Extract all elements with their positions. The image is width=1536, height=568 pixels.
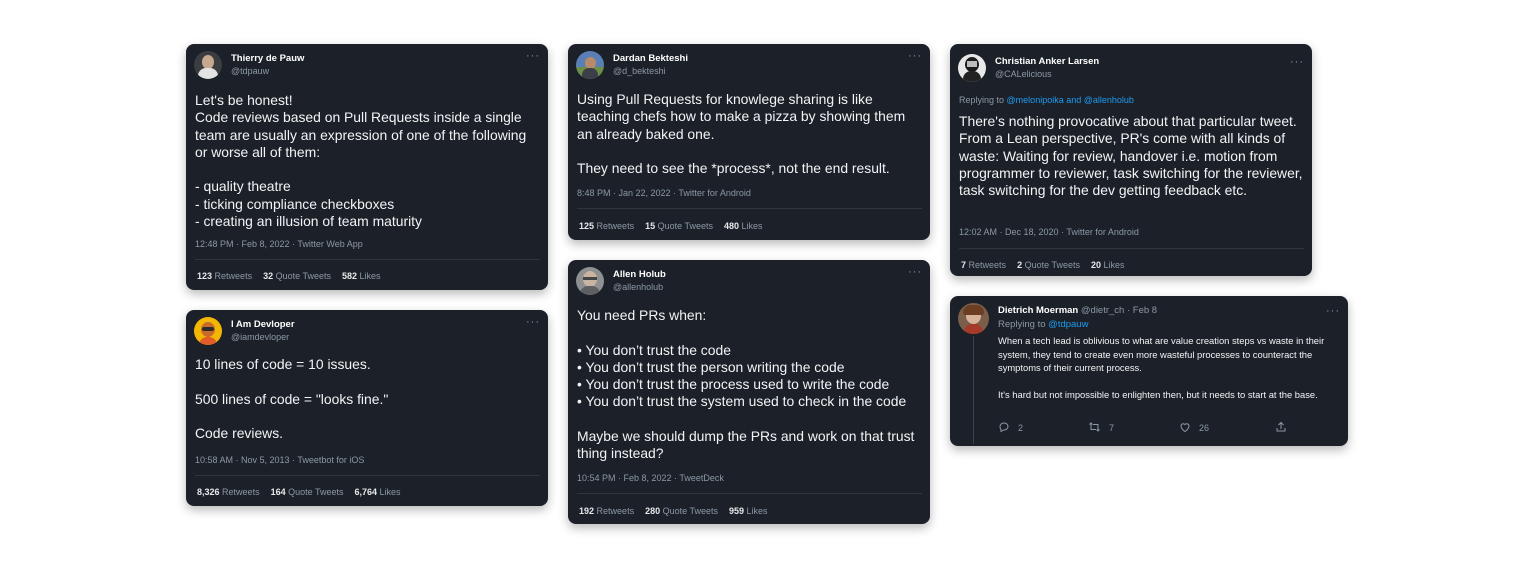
tweet-text: There's nothing provocative about that p… (959, 113, 1303, 199)
avatar[interactable] (958, 54, 986, 82)
more-icon[interactable]: ··· (1290, 56, 1304, 68)
more-icon[interactable]: ··· (526, 50, 540, 62)
author-name[interactable]: Allen Holub (613, 269, 666, 281)
likes-stat[interactable]: 480 Likes (724, 221, 763, 231)
avatar[interactable] (576, 51, 604, 79)
quote-tweets-stat[interactable]: 280 Quote Tweets (645, 506, 718, 516)
author-handle-time[interactable]: @dietr_ch · Feb 8 (1081, 305, 1157, 316)
likes-stat[interactable]: 6,764 Likes (355, 487, 401, 497)
tweet-meta[interactable]: 12:02 AM · Dec 18, 2020 · Twitter for An… (959, 227, 1139, 237)
author-handle[interactable]: @iamdevloper (231, 331, 295, 343)
replying-to-link[interactable]: @melonipoika and @allenholub (1007, 95, 1134, 105)
thread-line (973, 336, 974, 444)
quote-tweets-stat[interactable]: 2 Quote Tweets (1017, 260, 1080, 270)
likes-stat[interactable]: 959 Likes (729, 506, 768, 516)
tweet-header: Dietrich Moerman @dietr_ch · Feb 8 (998, 305, 1157, 317)
retweets-stat[interactable]: 123 Retweets (197, 271, 252, 281)
retweet-action[interactable]: 7 (1088, 421, 1114, 435)
share-icon (1275, 421, 1287, 435)
tweet-card-tdpauw[interactable]: Thierry de Pauw @tdpauw ··· Let's be hon… (186, 44, 548, 290)
more-icon[interactable]: ··· (1326, 305, 1340, 317)
divider (195, 475, 540, 476)
reply-count: 2 (1018, 423, 1024, 433)
like-icon (1179, 421, 1191, 435)
reply-action[interactable]: 2 (998, 421, 1023, 435)
avatar[interactable] (194, 51, 222, 79)
divider (959, 248, 1304, 249)
tweet-stats: 7 Retweets 2 Quote Tweets 20 Likes (961, 260, 1125, 270)
tweet-text: When a tech lead is oblivious to what ar… (998, 335, 1325, 401)
author-name[interactable]: Dietrich Moerman (998, 305, 1078, 316)
tweet-header: Christian Anker Larsen @CALelicious (958, 53, 1099, 83)
retweets-stat[interactable]: 7 Retweets (961, 260, 1006, 270)
tweet-header: Thierry de Pauw @tdpauw (194, 50, 304, 80)
retweet-icon (1088, 421, 1101, 435)
avatar[interactable] (194, 317, 222, 345)
divider (577, 208, 922, 209)
avatar[interactable] (576, 267, 604, 295)
like-count: 26 (1199, 423, 1210, 433)
tweet-header: Allen Holub @allenholub (576, 266, 666, 296)
more-icon[interactable]: ··· (908, 266, 922, 278)
quote-tweets-stat[interactable]: 32 Quote Tweets (263, 271, 331, 281)
tweet-meta[interactable]: 8:48 PM · Jan 22, 2022 · Twitter for And… (577, 188, 751, 198)
divider (195, 259, 540, 260)
reply-icon (998, 421, 1010, 435)
retweets-stat[interactable]: 192 Retweets (579, 506, 634, 516)
likes-stat[interactable]: 582 Likes (342, 271, 381, 281)
tweet-card-dietr-ch[interactable]: Dietrich Moerman @dietr_ch · Feb 8 ··· R… (950, 296, 1348, 446)
tweet-stats: 123 Retweets 32 Quote Tweets 582 Likes (197, 271, 381, 281)
tweet-stats: 125 Retweets 15 Quote Tweets 480 Likes (579, 221, 763, 231)
tweet-card-iamdevloper[interactable]: I Am Devloper @iamdevloper ··· 10 lines … (186, 310, 548, 506)
author-name[interactable]: Christian Anker Larsen (995, 56, 1099, 68)
author-handle[interactable]: @tdpauw (231, 65, 304, 77)
author-handle[interactable]: @CALelicious (995, 68, 1099, 80)
author-name[interactable]: Thierry de Pauw (231, 53, 304, 65)
tweet-text: Let's be honest! Code reviews based on P… (195, 92, 527, 230)
retweets-stat[interactable]: 125 Retweets (579, 221, 634, 231)
author-handle[interactable]: @d_bekteshi (613, 65, 688, 77)
tweet-text: 10 lines of code = 10 issues. 500 lines … (195, 356, 389, 442)
retweet-count: 7 (1109, 423, 1115, 433)
quote-tweets-stat[interactable]: 164 Quote Tweets (271, 487, 344, 497)
share-action[interactable] (1275, 421, 1287, 435)
retweets-stat[interactable]: 8,326 Retweets (197, 487, 260, 497)
author-name[interactable]: I Am Devloper (231, 319, 295, 331)
divider (577, 493, 922, 494)
tweet-meta[interactable]: 10:54 PM · Feb 8, 2022 · TweetDeck (577, 473, 724, 483)
tweet-text: Using Pull Requests for knowlege sharing… (577, 91, 906, 177)
like-action[interactable]: 26 (1179, 421, 1209, 435)
tweet-meta[interactable]: 12:48 PM · Feb 8, 2022 · Twitter Web App (195, 239, 363, 249)
quote-tweets-stat[interactable]: 15 Quote Tweets (645, 221, 713, 231)
replying-to-link[interactable]: @tdpauw (1048, 319, 1088, 330)
tweet-header: I Am Devloper @iamdevloper (194, 316, 295, 346)
more-icon[interactable]: ··· (908, 50, 922, 62)
tweet-meta[interactable]: 10:58 AM · Nov 5, 2013 · Tweetbot for iO… (195, 455, 364, 465)
more-icon[interactable]: ··· (526, 316, 540, 328)
tweet-card-allenholub[interactable]: Allen Holub @allenholub ··· You need PRs… (568, 260, 930, 524)
author-handle[interactable]: @allenholub (613, 281, 666, 293)
replying-to: Replying to @melonipoika and @allenholub (959, 95, 1134, 105)
tweet-stats: 192 Retweets 280 Quote Tweets 959 Likes (579, 506, 768, 516)
author-name[interactable]: Dardan Bekteshi (613, 53, 688, 65)
tweet-text: You need PRs when: • You don’t trust the… (577, 307, 915, 462)
tweet-card-calelicious[interactable]: Christian Anker Larsen @CALelicious ··· … (950, 44, 1312, 276)
replying-to: Replying to @tdpauw (998, 319, 1089, 330)
tweet-card-d-bekteshi[interactable]: Dardan Bekteshi @d_bekteshi ··· Using Pu… (568, 44, 930, 240)
likes-stat[interactable]: 20 Likes (1091, 260, 1125, 270)
tweet-header: Dardan Bekteshi @d_bekteshi (576, 50, 688, 80)
tweet-stats: 8,326 Retweets 164 Quote Tweets 6,764 Li… (197, 487, 401, 497)
avatar[interactable] (958, 303, 989, 334)
